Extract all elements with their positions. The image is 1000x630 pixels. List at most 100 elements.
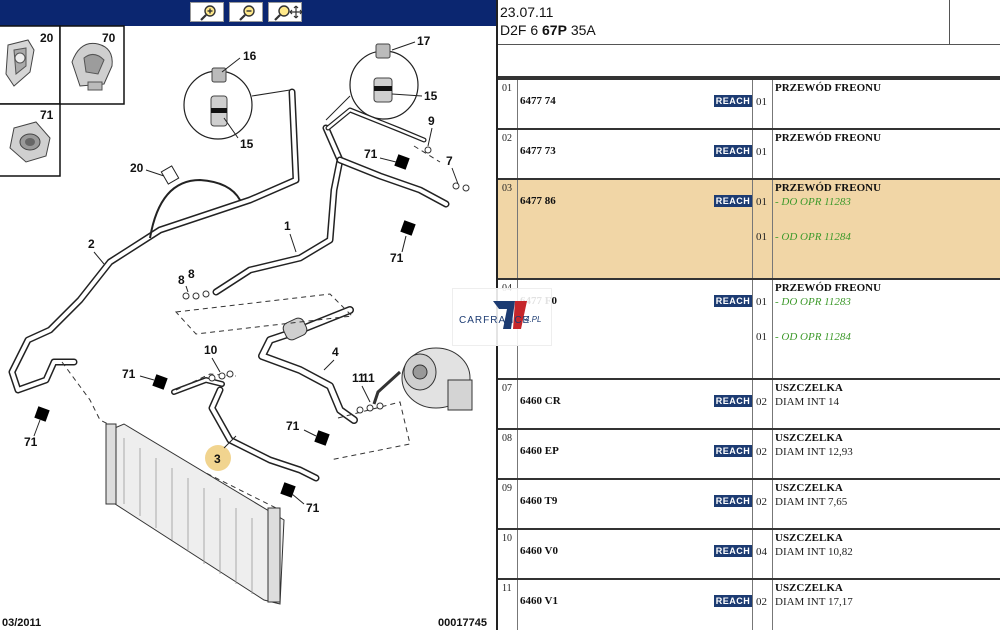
part-reference[interactable]: 6460 V0 [520, 545, 558, 557]
parts-row[interactable]: 02 6477 73 REACH 01 PRZEWÓD FREONU [498, 128, 1000, 178]
callout-3[interactable]: 3 [214, 452, 221, 466]
callout-11: 11 [362, 371, 375, 385]
quantity: 02 [756, 396, 767, 408]
part-name: USZCZELKA [775, 532, 843, 544]
reach-badge: REACH [714, 395, 752, 407]
part-reference[interactable]: 6477 74 [520, 95, 556, 107]
quantity: 02 [756, 596, 767, 608]
reach-badge: REACH [714, 295, 752, 307]
quantity-cell: 01 01 [753, 280, 773, 378]
parts-list-panel: 23.07.11 D2F 6 67P 35A 01 6477 74 REACH 01 P… [498, 0, 1000, 630]
quantity-cell: 01 [753, 130, 773, 178]
part-reference[interactable]: 6477 73 [520, 145, 556, 157]
part-name: USZCZELKA [775, 482, 843, 494]
part-reference[interactable]: 6460 V1 [520, 595, 558, 607]
description-cell: PRZEWÓD FREONU - DO OPR 11283 - OD OPR 112… [774, 280, 1000, 378]
parts-row[interactable]: 11 6460 V1 REACH 02 USZCZELKA DIAM INT 17,17 [498, 578, 1000, 630]
part-reference-cell: 6477 74 REACH [518, 80, 753, 128]
part-reference[interactable]: 6477 86 [520, 195, 556, 207]
callout-20: 20 [130, 161, 144, 175]
row-index: 08 [498, 430, 518, 478]
callout-71: 71 [364, 147, 378, 161]
callout-16: 16 [243, 49, 257, 63]
quantity: 02 [756, 446, 767, 458]
callout-71: 71 [390, 251, 404, 265]
row-index: 10 [498, 530, 518, 578]
parts-row[interactable]: 03 6477 86 REACH 01 01 PRZEWÓD FREONU - DO OPR… [498, 178, 1000, 278]
parts-row[interactable]: 10 6460 V0 REACH 04 USZCZELKA DIAM INT 10,82 [498, 528, 1000, 578]
reach-badge: REACH [714, 195, 752, 207]
part-reference-cell: 6477 86 REACH [518, 180, 753, 278]
row-index: 01 [498, 80, 518, 128]
svg-text:4.PL: 4.PL [525, 315, 541, 324]
quantity: 01 [756, 196, 767, 208]
part-reference[interactable]: 6460 CR [520, 395, 561, 407]
quantity: 01 [756, 296, 767, 308]
quantity-cell: 02 [753, 480, 773, 528]
part-reference[interactable]: 6460 EP [520, 445, 559, 457]
callout-4: 4 [332, 345, 339, 359]
parts-row[interactable]: 07 6460 CR REACH 02 USZCZELKA DIAM INT 14 [498, 378, 1000, 428]
parts-row[interactable]: 01 6477 74 REACH 01 PRZEWÓD FREONU [498, 78, 1000, 128]
part-reference[interactable]: 6460 T9 [520, 495, 557, 507]
description-cell: USZCZELKA DIAM INT 17,17 [774, 580, 1000, 630]
part-reference-cell: 6477 F0REACH [518, 280, 753, 378]
parts-row[interactable]: 046477 F0REACH0101PRZEWÓD FREONU- DO OPR… [498, 278, 1000, 378]
quantity: 04 [756, 546, 767, 558]
callout-7: 7 [446, 154, 453, 168]
quantity: 01 [756, 96, 767, 108]
pipe-4[interactable] [258, 306, 358, 424]
callout-71: 71 [24, 435, 38, 449]
catalog-date: 23.07.11 [500, 4, 554, 20]
svg-text:CARFRANCE: CARFRANCE [459, 315, 530, 326]
callout-8: 8 [188, 267, 195, 281]
quantity: 01 [756, 331, 767, 343]
callout-9: 9 [428, 114, 435, 128]
quantity-cell: 02 [753, 430, 773, 478]
part-reference-cell: 6477 73 REACH [518, 130, 753, 178]
callout-15: 15 [240, 137, 254, 151]
valve-cap-16 [210, 67, 228, 127]
parts-header: 23.07.11 D2F 6 67P 35A [498, 0, 1000, 45]
applicability-note: - DO OPR 11283 [775, 196, 851, 208]
exploded-view-drawing: 20 70 71 16 15 17 15 9 7 71 71 20 2 1 8 … [0, 25, 487, 629]
callout-71: 71 [40, 108, 54, 122]
row-index: 09 [498, 480, 518, 528]
part-reference-cell: 6460 CR REACH [518, 380, 753, 428]
part-spec: DIAM INT 10,82 [775, 546, 853, 558]
description-cell: PRZEWÓD FREONU [774, 80, 1000, 128]
row-index: 02 [498, 130, 518, 178]
applicability-note: - OD OPR 11284 [775, 331, 851, 343]
part-spec: DIAM INT 7,65 [775, 496, 848, 508]
part-name: USZCZELKA [775, 432, 843, 444]
callout-71: 71 [286, 419, 300, 433]
description-cell: USZCZELKA DIAM INT 7,65 [774, 480, 1000, 528]
parts-diagram[interactable]: 20 70 71 16 15 17 15 9 7 71 71 20 2 1 8 … [0, 0, 496, 630]
part-name: PRZEWÓD FREONU [775, 82, 882, 94]
applicability-note: - OD OPR 11284 [775, 231, 851, 243]
description-cell: PRZEWÓD FREONU - DO OPR 11283 - OD OPR 112… [774, 180, 1000, 278]
part-name: USZCZELKA [775, 582, 843, 594]
quantity-cell: 01 [753, 80, 773, 128]
reach-badge: REACH [714, 495, 752, 507]
quantity: 02 [756, 496, 767, 508]
callout-2: 2 [88, 237, 95, 251]
callout-10: 10 [204, 343, 218, 357]
diagram-number: 00017745 [438, 617, 487, 629]
quantity-cell: 04 [753, 530, 773, 578]
carfrance-watermark: CARFRANCE 4.PL [452, 288, 552, 346]
parts-row[interactable]: 08 6460 EP REACH 02 USZCZELKA DIAM INT 12,93 [498, 428, 1000, 478]
reach-badge: REACH [714, 445, 752, 457]
quantity: 01 [756, 146, 767, 158]
callout-15: 15 [424, 89, 438, 103]
part-name: PRZEWÓD FREONU [775, 182, 882, 194]
row-index: 07 [498, 380, 518, 428]
description-cell: USZCZELKA DIAM INT 12,93 [774, 430, 1000, 478]
vehicle-code: D2F 6 67P 35A [500, 22, 596, 38]
callout-20: 20 [40, 31, 54, 45]
part-spec: DIAM INT 12,93 [775, 446, 853, 458]
callout-70: 70 [102, 31, 116, 45]
compressor[interactable] [372, 347, 473, 411]
part-reference-cell: 6460 V1 REACH [518, 580, 753, 630]
parts-row[interactable]: 09 6460 T9 REACH 02 USZCZELKA DIAM INT 7,65 [498, 478, 1000, 528]
